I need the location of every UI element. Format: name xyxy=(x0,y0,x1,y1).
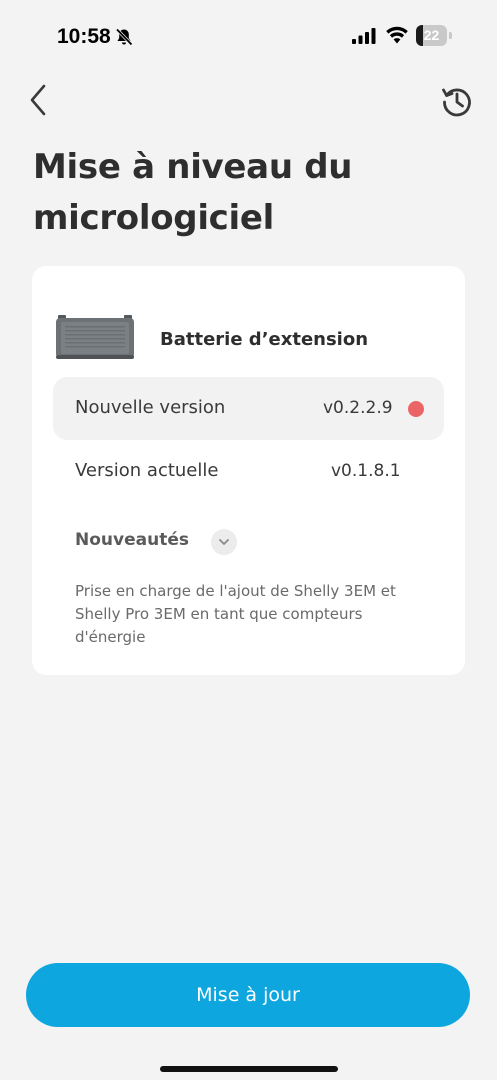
update-available-dot xyxy=(408,401,424,417)
wifi-icon xyxy=(386,26,408,44)
current-version-row: Version actuelle v0.1.8.1 xyxy=(53,440,444,503)
home-indicator xyxy=(160,1066,338,1072)
release-notes: Prise en charge de l'ajout de Shelly 3EM… xyxy=(75,582,396,646)
back-button[interactable] xyxy=(24,82,56,118)
page-title: Mise à niveau du micrologiciel xyxy=(33,147,353,238)
new-version-label: Nouvelle version xyxy=(75,397,226,418)
history-button[interactable] xyxy=(439,83,475,119)
firmware-update-screen: 10:58 22 Mise à niveau du micrologiciel … xyxy=(0,0,497,1080)
battery-level: 22 xyxy=(423,27,440,43)
new-version-row: Nouvelle version v0.2.2.9 xyxy=(53,377,444,440)
chevron-left-icon xyxy=(30,84,46,116)
history-icon xyxy=(442,88,471,117)
whats-new-label: Nouveautés xyxy=(75,530,189,550)
battery-icon: 22 xyxy=(416,25,452,47)
status-time: 10:58 xyxy=(57,25,111,48)
bell-slash-icon xyxy=(115,28,133,46)
firmware-card: Batterie d’extension Nouvelle version v0… xyxy=(32,266,465,675)
current-version-label: Version actuelle xyxy=(75,460,219,481)
update-button[interactable]: Mise à jour xyxy=(26,963,470,1027)
new-version-value: v0.2.2.9 xyxy=(323,398,393,418)
current-version-value: v0.1.8.1 xyxy=(331,461,401,481)
status-bar: 10:58 22 xyxy=(0,0,497,70)
battery-device-image xyxy=(56,315,134,359)
chevron-down-icon[interactable] xyxy=(211,529,237,555)
device-name: Batterie d’extension xyxy=(160,329,369,350)
signal-icon xyxy=(352,28,376,44)
